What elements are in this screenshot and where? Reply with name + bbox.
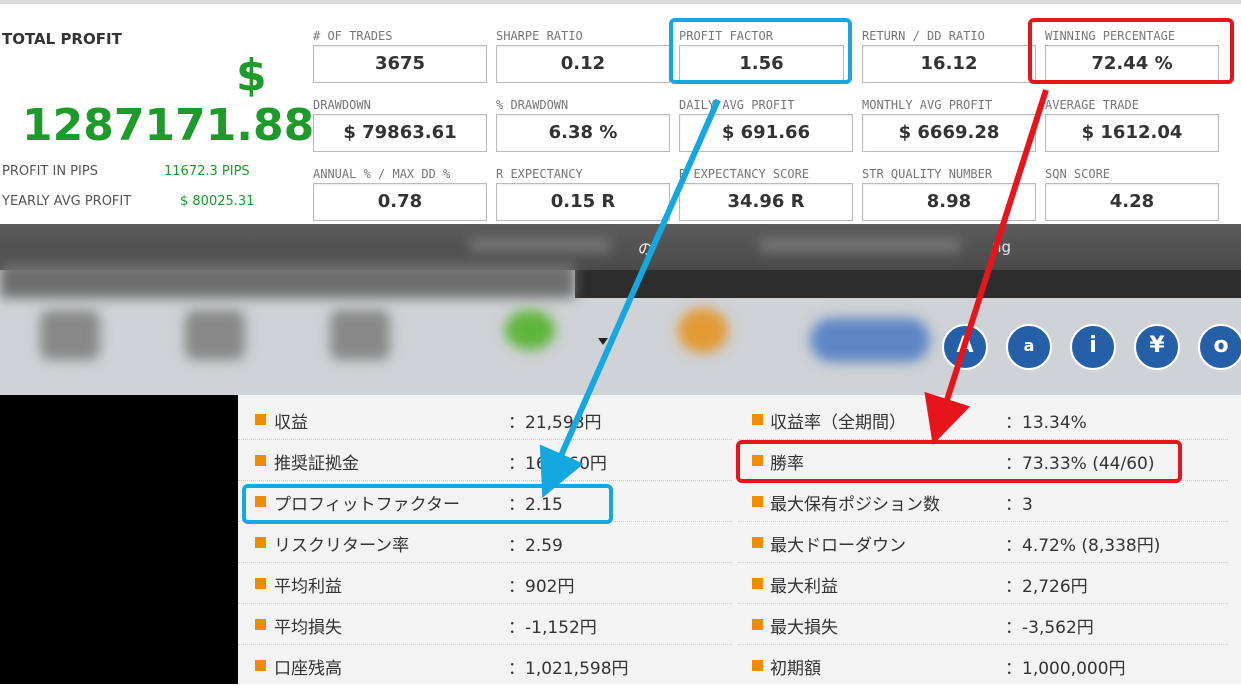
blue-arrow	[539, 98, 721, 498]
red-arrow	[924, 89, 1049, 445]
highlight-arrows	[539, 89, 1049, 498]
